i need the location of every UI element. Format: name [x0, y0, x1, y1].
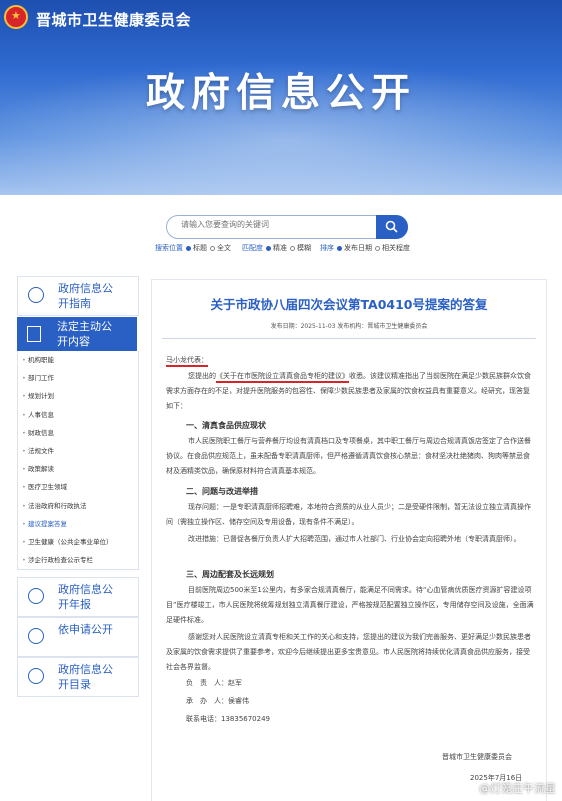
- contact-lead: 负 责 人：赵军: [186, 679, 242, 687]
- article-panel: 关于市政协八届四次会议第TA0410号提案的答复 发布日期：2025-11-03…: [151, 279, 547, 801]
- sidebar-item[interactable]: 部门工作: [18, 369, 138, 387]
- section-heading: 三、周边配套及长远规划: [186, 570, 274, 579]
- sidebar-item[interactable]: 涉企行政检查公示专栏: [18, 551, 138, 569]
- sidebar-item[interactable]: 法规文件: [18, 442, 138, 460]
- radio-fulltext-label: 全文: [217, 244, 231, 252]
- sidebar-item[interactable]: 法治政府和行政执法: [18, 497, 138, 515]
- radio-fuzzy-label: 模糊: [297, 244, 311, 252]
- search-button[interactable]: [376, 215, 408, 239]
- sidebar-item[interactable]: 医疗卫生领域: [18, 478, 138, 496]
- search-position-options: 搜索位置 标题 全文: [155, 243, 231, 253]
- sidebar-apply[interactable]: 依申请公开: [17, 617, 139, 657]
- search-position-label: 搜索位置: [155, 244, 183, 252]
- sidebar-guide[interactable]: 政府信息公开指南: [17, 276, 139, 316]
- match-options: 匹配度 精准 模糊: [242, 243, 311, 253]
- report-icon: [28, 588, 44, 604]
- radio-title-label: 标题: [193, 244, 207, 252]
- user-icon: [28, 628, 44, 644]
- site-header: 晋城市卫生健康委员会 政府信息公开: [0, 0, 562, 195]
- divider: [162, 338, 536, 339]
- sidebar-item-current[interactable]: 建议提案答复: [18, 515, 138, 533]
- sort-label: 排序: [320, 244, 334, 252]
- article-title: 关于市政协八届四次会议第TA0410号提案的答复: [210, 297, 488, 312]
- sidebar-catalog-label: 政府信息公开目录: [58, 663, 113, 691]
- radio-date[interactable]: [337, 245, 342, 251]
- sidebar-annual-report-label: 政府信息公开年报: [58, 583, 113, 611]
- catalog-icon: [28, 668, 44, 684]
- sidebar-item[interactable]: 政策解读: [18, 460, 138, 478]
- radio-relevance-label: 相关程度: [382, 244, 410, 252]
- section-heading: 一、清真食品供应现状: [186, 421, 266, 430]
- compass-icon: [28, 287, 44, 303]
- article-meta: 发布日期：2025-11-03 发布机构：晋城市卫生健康委员会: [270, 323, 428, 330]
- document-icon: [27, 326, 41, 342]
- paragraph: 市人民医院职工餐厅与营养餐厅均设有清真档口及专项餐桌，其中职工餐厅与周边合规清真…: [166, 437, 531, 475]
- paragraph: 现存问题：一是专职清真厨师招聘难，本地符合资质的从业人员少；二是受硬件限制，暂无…: [166, 503, 531, 526]
- national-emblem-icon: [4, 5, 28, 29]
- paragraph: 改进措施：已督促各餐厅负责人扩大招聘范围，通过市人社部门、行业协会定向招聘外地（…: [188, 535, 521, 543]
- search-bar: [166, 215, 408, 239]
- radio-relevance[interactable]: [375, 245, 380, 251]
- sidebar-item[interactable]: 机构职能: [18, 351, 138, 369]
- radio-fuzzy[interactable]: [290, 245, 295, 251]
- radio-fulltext[interactable]: [210, 245, 215, 251]
- sidebar-item[interactable]: 财政信息: [18, 424, 138, 442]
- watermark: @灯笼庄午流星: [479, 782, 556, 795]
- paragraph: 目前医院周边500米至1公里内，有多家合规清真餐厅，能满足不同需求。待“心血管病…: [166, 586, 534, 624]
- radio-date-label: 发布日期: [344, 244, 372, 252]
- paragraph: 感谢您对人民医院设立清真专柜和关工作的关心和支持，您提出的建议为我们完善服务、更…: [166, 633, 531, 671]
- sidebar-active-section[interactable]: 法定主动公开内容: [17, 317, 137, 351]
- sidebar-item[interactable]: 规划计划: [18, 387, 138, 405]
- proposal-name: 《关于在市医院设立清真食品专柜的建议》: [216, 372, 349, 380]
- sidebar-catalog[interactable]: 政府信息公开目录: [17, 657, 139, 697]
- sidebar-submenu: 机构职能 部门工作 规划计划 人事信息 财政信息 法规文件 政策解读 医疗卫生领…: [17, 351, 139, 571]
- page-banner: 政府信息公开: [145, 71, 416, 116]
- section-heading: 二、问题与改进举措: [186, 487, 258, 496]
- org-name[interactable]: 晋城市卫生健康委员会: [36, 9, 191, 30]
- sort-options: 排序 发布日期 相关程度: [320, 243, 410, 253]
- sidebar-active-label: 法定主动公开内容: [57, 320, 112, 348]
- contact-phone: 联系电话：13835670249: [186, 715, 270, 723]
- sign-org: 晋城市卫生健康委员会: [442, 753, 512, 761]
- match-label: 匹配度: [242, 244, 263, 252]
- sidebar-annual-report[interactable]: 政府信息公开年报: [17, 577, 139, 617]
- salutation: 马小龙代表：: [166, 356, 208, 364]
- sidebar-item[interactable]: 人事信息: [18, 406, 138, 424]
- sidebar-item[interactable]: 卫生健康（公共企事业单位）: [18, 533, 138, 551]
- radio-precise[interactable]: [266, 245, 271, 251]
- intro-paragraph: 您提出的《关于在市医院设立清真食品专柜的建议》收悉。该建议精准指出了当前医院在满…: [166, 369, 534, 414]
- radio-title[interactable]: [186, 245, 191, 251]
- search-input[interactable]: [179, 219, 373, 230]
- search-icon: [385, 220, 398, 233]
- sidebar-apply-label: 依申请公开: [58, 623, 113, 636]
- contact-handler: 承 办 人：侯睿伟: [186, 697, 249, 705]
- sidebar-guide-label: 政府信息公开指南: [58, 282, 113, 310]
- radio-precise-label: 精准: [273, 244, 287, 252]
- intro-prefix: 您提出的: [188, 372, 216, 380]
